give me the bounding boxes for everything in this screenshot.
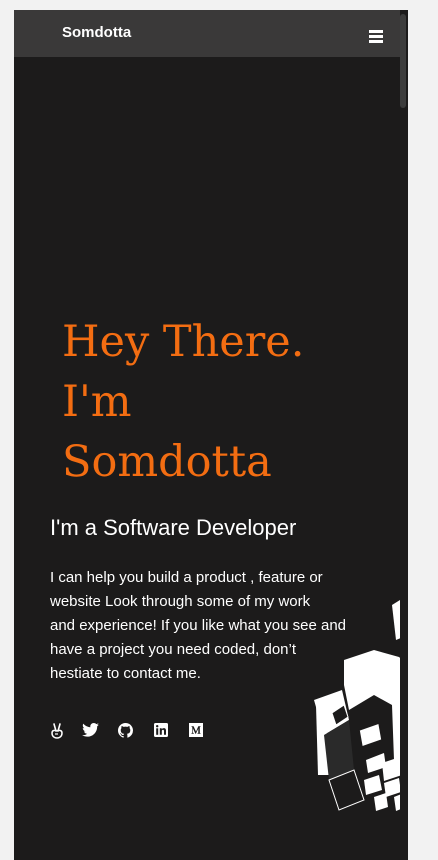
medium-icon[interactable] xyxy=(189,723,205,739)
page-frame: Somdotta Hey There. I'm Somdotta I'm a S… xyxy=(14,10,408,860)
hamburger-menu-icon[interactable] xyxy=(369,30,385,44)
twitter-icon[interactable] xyxy=(82,723,99,739)
intro-line: and experience! If you like what you see… xyxy=(50,617,347,634)
hero-subtitle: I'm a Software Developer xyxy=(50,515,297,540)
hero-title-line: Somdotta xyxy=(62,437,272,487)
intro-line: hestiate to contact me. xyxy=(50,665,201,682)
decorative-pixel-shape xyxy=(314,595,408,811)
github-icon[interactable] xyxy=(118,723,134,739)
navbar: Somdotta xyxy=(14,10,408,57)
hero-title-line: I'm xyxy=(62,377,132,427)
intro-line: I can help you build a product , feature… xyxy=(50,569,323,586)
hero-title-line: Hey There. xyxy=(62,317,305,367)
scrollbar[interactable] xyxy=(400,10,408,860)
angellist-icon[interactable] xyxy=(50,723,66,739)
hero-title: Hey There. I'm Somdotta xyxy=(62,312,382,492)
intro-line: website Look through some of my work xyxy=(50,593,311,610)
scrollbar-thumb[interactable] xyxy=(400,14,406,108)
brand-name[interactable]: Somdotta xyxy=(62,24,131,41)
linkedin-icon[interactable] xyxy=(154,723,170,739)
intro-line: have a project you need coded, don’t xyxy=(50,641,297,658)
